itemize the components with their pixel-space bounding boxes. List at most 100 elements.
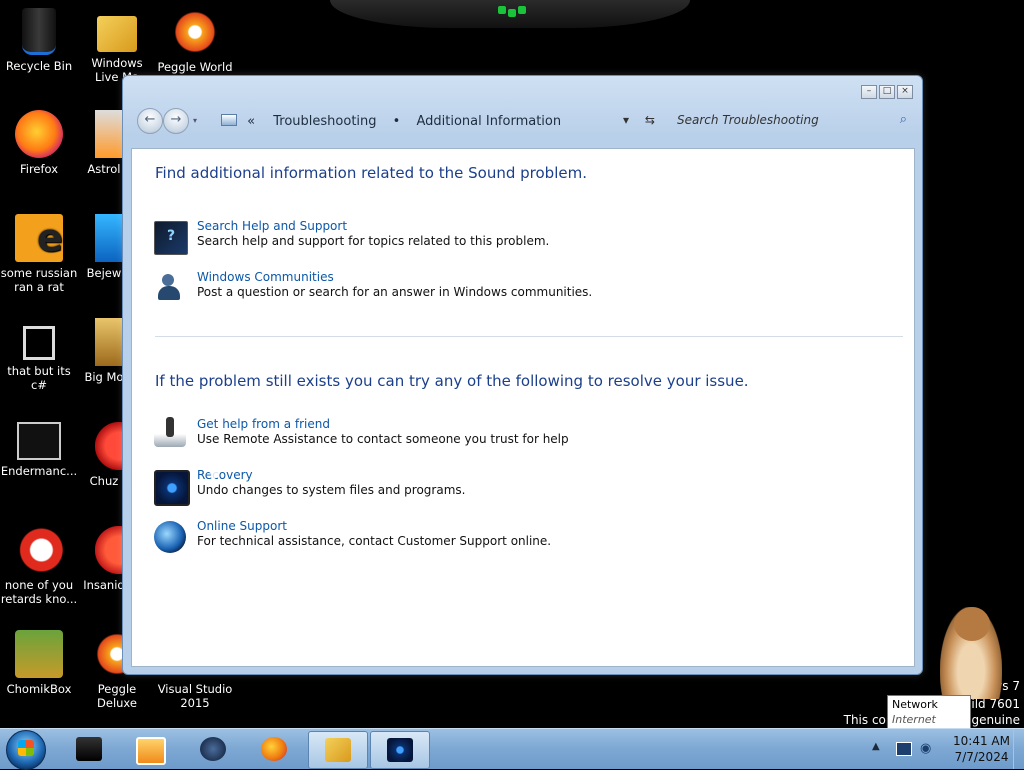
shortcut-stack-icon: [23, 326, 55, 360]
globe-app-icon: [200, 737, 226, 761]
section-heading-info: Find additional information related to t…: [155, 164, 587, 182]
link-get-help-friend[interactable]: Get help from a friend: [197, 417, 330, 431]
e-app-icon: [15, 214, 63, 262]
search-box[interactable]: Search Troubleshooting ⌕: [667, 108, 913, 132]
forward-arrow-icon: →: [170, 112, 182, 127]
taskbar-media-player[interactable]: [120, 731, 178, 767]
desktop-icon-label: Visual Studio 2015: [157, 682, 233, 710]
section-heading-resolve: If the problem still exists you can try …: [155, 372, 749, 390]
desktop-icon-label: Firefox: [19, 162, 59, 176]
indicator-light: [518, 6, 526, 14]
app-box-icon: [76, 737, 102, 761]
desktop-icon-label: Recycle Bin: [5, 59, 73, 73]
recent-pages-dropdown[interactable]: ▾: [193, 116, 197, 125]
troubleshooting-window: – □ × ← → ▾ « Troubleshooting • Addition…: [122, 75, 923, 675]
windows-live-icon: [97, 16, 137, 52]
desktop-icon-recycle-bin[interactable]: Recycle Bin: [0, 8, 78, 73]
close-button[interactable]: ×: [897, 85, 913, 99]
divider: [155, 336, 903, 337]
recovery-icon: [154, 470, 190, 506]
desktop-icon-label: ChomikBox: [6, 682, 72, 696]
recycle-bin-icon: [22, 8, 56, 55]
show-desktop-button[interactable]: [1013, 729, 1024, 769]
item-description: Undo changes to system files and program…: [197, 483, 466, 497]
firefox-icon: [15, 110, 63, 158]
explorer-folder-icon: [325, 738, 351, 762]
navigation-bar: ← → ▾ « Troubleshooting • Additional Inf…: [135, 104, 913, 138]
back-button[interactable]: ←: [137, 108, 163, 134]
desktop-icon-that-but-c[interactable]: that but its c#: [0, 318, 78, 392]
troubleshoot-icon: [387, 738, 413, 762]
app-window-icon: [17, 422, 61, 460]
tooltip-title: Network: [892, 698, 938, 711]
breadcrumb-chevron[interactable]: «: [247, 114, 255, 129]
desktop-icon-label: Endermanc...: [0, 464, 78, 478]
taskbar-app-3[interactable]: [184, 731, 242, 767]
windows-logo-icon: [18, 740, 34, 756]
content-pane: Find additional information related to t…: [131, 148, 915, 667]
item-description: For technical assistance, contact Custom…: [197, 534, 552, 548]
address-tools: ▾ ⇆: [623, 113, 655, 127]
taskbar-explorer[interactable]: [308, 731, 368, 769]
hamster-image: [940, 607, 1002, 699]
show-hidden-icons[interactable]: ▲: [872, 741, 880, 752]
desktop-icon-label: some russian ran a rat: [0, 266, 78, 294]
red-bird-icon: [15, 526, 63, 574]
desktop-icon-none-of-you[interactable]: none of you retards kno...: [0, 526, 78, 606]
taskbar-app-1[interactable]: [60, 731, 118, 767]
item-description: Use Remote Assistance to contact someone…: [197, 432, 569, 446]
breadcrumb-separator: •: [392, 114, 401, 129]
link-recovery[interactable]: Recovery: [197, 468, 253, 482]
item-description: Search help and support for topics relat…: [197, 234, 550, 248]
minimize-button[interactable]: –: [861, 85, 877, 99]
start-button[interactable]: [6, 730, 46, 770]
network-icon[interactable]: ◉: [920, 741, 931, 756]
top-decoration: [330, 0, 690, 28]
taskbar: ▲ ◉ 10:41 AM 7/7/2024: [0, 728, 1024, 770]
search-input[interactable]: Search Troubleshooting: [677, 113, 819, 127]
online-support-icon: [154, 521, 186, 553]
action-center-icon[interactable]: [896, 742, 912, 756]
clock-date: 7/7/2024: [954, 750, 1009, 764]
window-controls: – □ ×: [861, 85, 913, 99]
desktop-icon-endermanc[interactable]: Endermanc...: [0, 422, 78, 478]
desktop-icon-windows-live[interactable]: Windows Live Ma: [78, 8, 156, 84]
address-dropdown-icon[interactable]: ▾: [623, 113, 629, 127]
link-search-help[interactable]: Search Help and Support: [197, 219, 347, 233]
desktop-icon-firefox[interactable]: Firefox: [0, 110, 78, 176]
link-online-support[interactable]: Online Support: [197, 519, 287, 533]
control-panel-icon: [221, 114, 237, 126]
maximize-button[interactable]: □: [879, 85, 895, 99]
desktop-icon-peggle-world[interactable]: Peggle World: [156, 8, 234, 74]
desktop-icon-label: Peggle World: [157, 60, 233, 74]
forward-button[interactable]: →: [163, 108, 189, 134]
indicator-light: [498, 6, 506, 14]
search-icon[interactable]: ⌕: [900, 112, 907, 127]
desktop-icon-label: none of you retards kno...: [0, 578, 78, 606]
network-tooltip: Network Internet access: [887, 695, 971, 741]
taskbar-firefox[interactable]: [245, 731, 303, 767]
desktop-icon-some-russian[interactable]: some russian ran a rat: [0, 214, 78, 294]
peggle-icon: [171, 8, 219, 56]
indicator-light: [508, 9, 516, 17]
watermark-line3b: genuine: [971, 713, 1020, 727]
watermark-line2: ild 7601: [971, 697, 1020, 711]
clock-time: 10:41 AM: [953, 734, 1010, 748]
chomikbox-icon: [15, 630, 63, 678]
desktop-icon-chomikbox[interactable]: ChomikBox: [0, 630, 78, 696]
firefox-icon: [261, 737, 287, 761]
breadcrumb: « Troubleshooting • Additional Informati…: [221, 114, 561, 129]
link-windows-communities[interactable]: Windows Communities: [197, 270, 334, 284]
taskbar-troubleshooting[interactable]: [370, 731, 430, 769]
system-tray: ▲ ◉ 10:41 AM 7/7/2024: [864, 729, 1024, 769]
item-description: Post a question or search for an answer …: [197, 285, 593, 299]
back-arrow-icon: ←: [144, 112, 156, 127]
remote-assistance-icon: [154, 417, 186, 447]
help-support-icon: [154, 221, 188, 255]
refresh-icon[interactable]: ⇆: [645, 113, 655, 127]
clock[interactable]: 10:41 AM 7/7/2024: [953, 733, 1010, 765]
desktop-icon-label: that but its c#: [7, 364, 71, 392]
breadcrumb-additional-info[interactable]: Additional Information: [416, 114, 561, 129]
breadcrumb-troubleshooting[interactable]: Troubleshooting: [273, 114, 376, 129]
communities-icon: [154, 272, 186, 304]
